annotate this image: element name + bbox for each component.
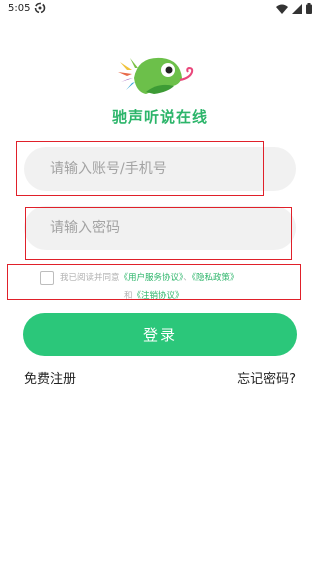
battery-icon — [306, 3, 312, 14]
wifi-icon — [276, 4, 288, 14]
agreement-and: 和 — [124, 291, 133, 301]
register-link[interactable]: 免费注册 — [24, 368, 76, 387]
agreement-checkbox[interactable] — [40, 271, 54, 285]
cancel-agreement-link[interactable]: 《注销协议》 — [133, 291, 184, 301]
app-name: 驰声听说在线 — [111, 108, 208, 126]
login-button[interactable]: 登录 — [23, 313, 297, 356]
agreement-prefix: 我已阅读并同意 — [60, 273, 120, 283]
password-input[interactable] — [24, 206, 296, 250]
account-input[interactable] — [24, 147, 296, 191]
signal-icon — [292, 3, 302, 14]
status-time: 5:05 — [8, 3, 31, 14]
password-field-container — [24, 206, 296, 250]
user-agreement-link[interactable]: 《用户服务协议》 — [120, 273, 184, 283]
agreement-text-line1: 我已阅读并同意《用户服务协议》、《隐私政策》 — [60, 271, 300, 283]
agreement-separator: 、 — [183, 273, 192, 283]
status-bar: 5:05 — [0, 0, 320, 18]
forgot-password-link[interactable]: 忘记密码? — [237, 368, 296, 387]
agreement-text-line2: 和《注销协议》 — [124, 289, 184, 301]
account-field-container — [24, 147, 296, 191]
sync-icon — [34, 2, 46, 14]
status-indicators — [276, 3, 312, 14]
privacy-policy-link[interactable]: 《隐私政策》 — [192, 273, 239, 283]
chameleon-logo-icon — [118, 57, 194, 94]
